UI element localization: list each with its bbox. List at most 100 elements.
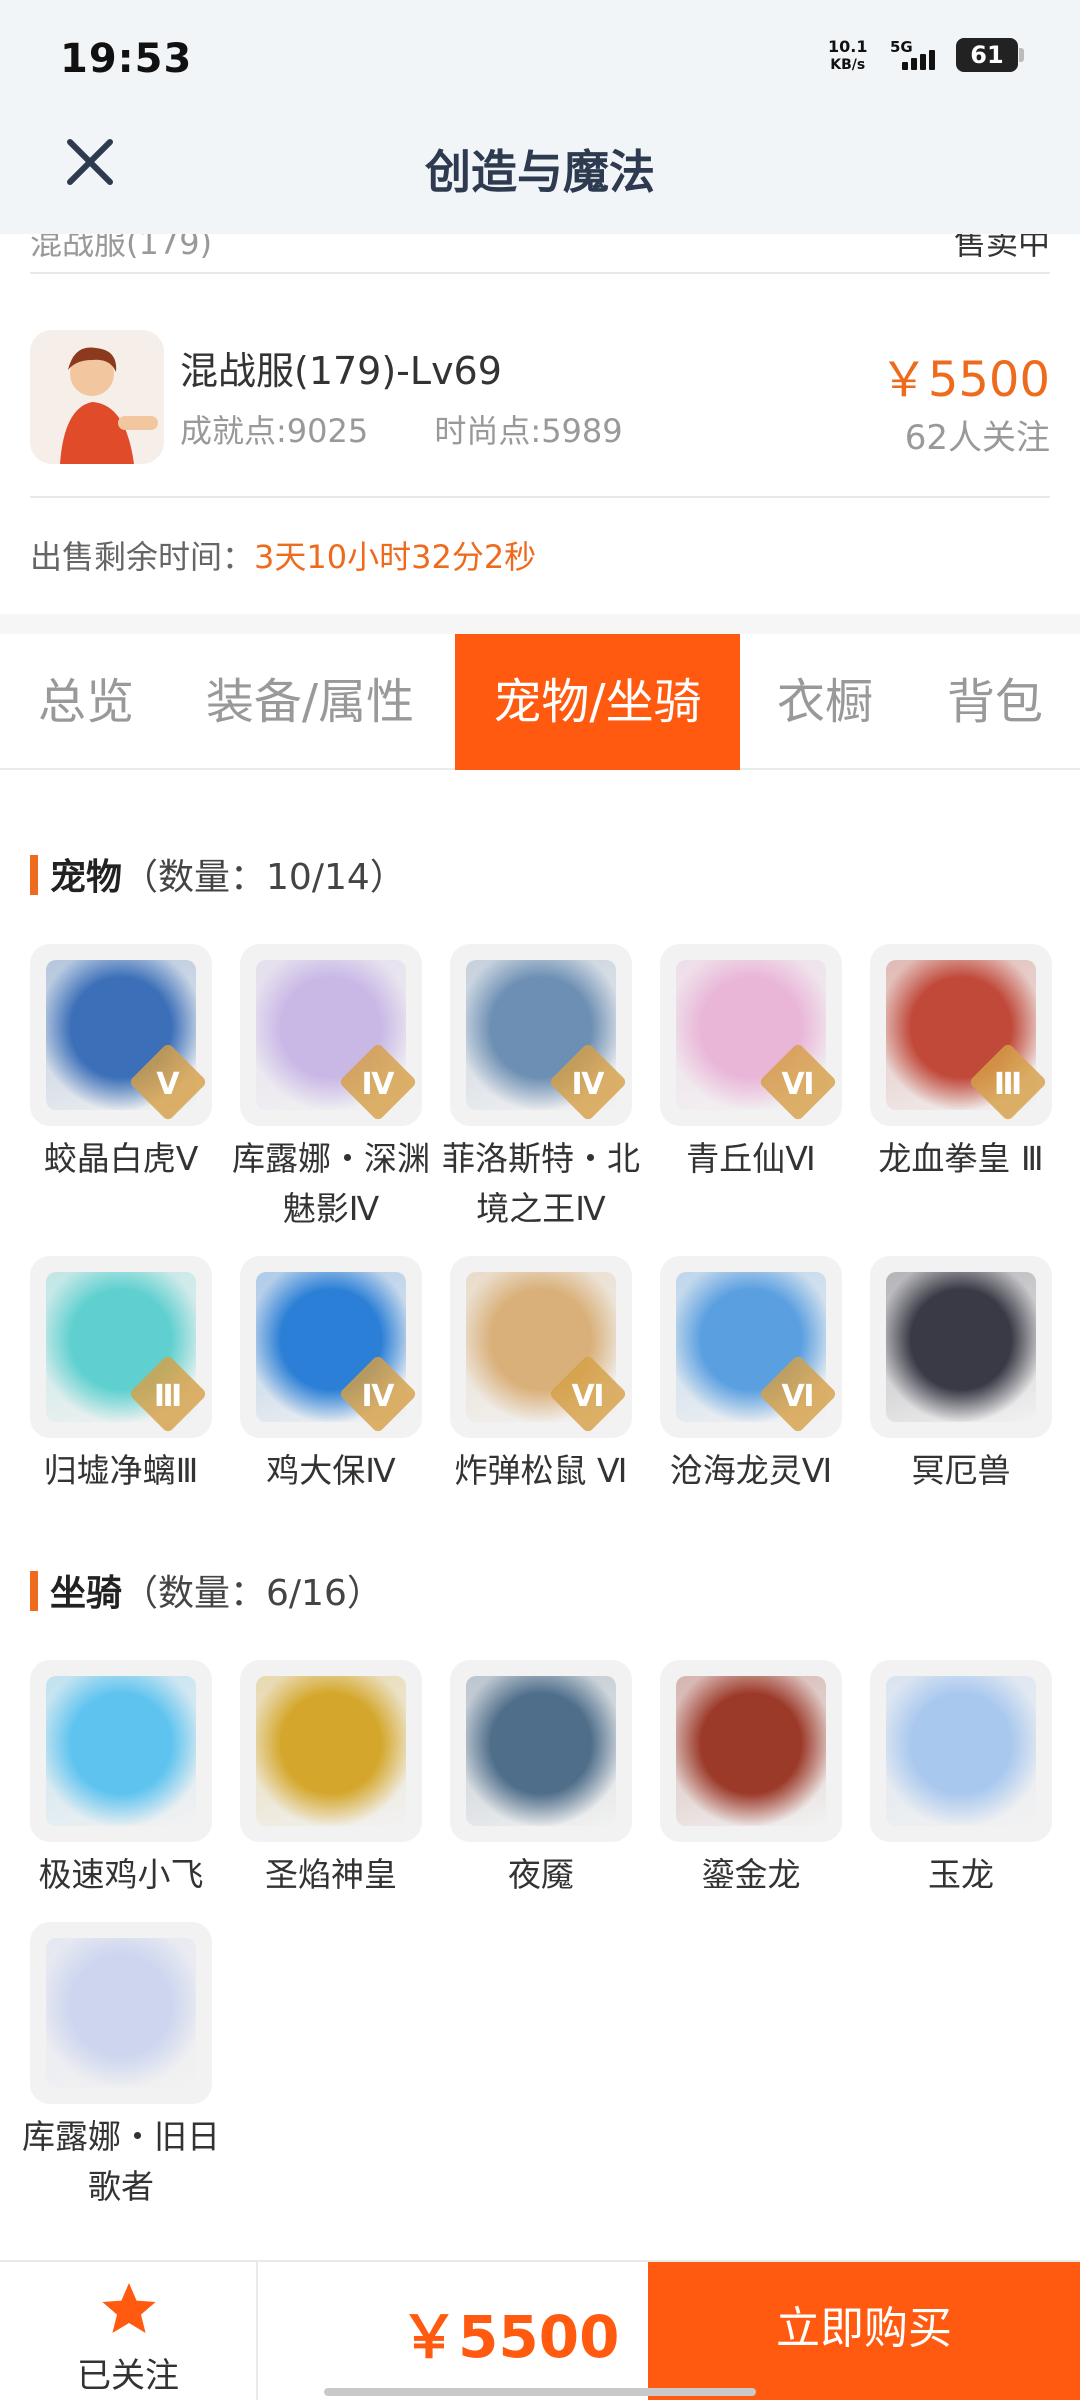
follow-label: 已关注 xyxy=(77,2356,179,2396)
item-meta: 成就点:9025 时尚点:5989 xyxy=(180,406,623,452)
pet-name: 龙血拳皇 Ⅲ xyxy=(878,1139,1044,1178)
top-area: 19:53 10.1 KB/s 5G 61 创造与魔法 xyxy=(0,0,1080,234)
mount-name: 夜魇 xyxy=(508,1855,574,1894)
mounts-count: （数量：6/16） xyxy=(122,1573,383,1614)
grade-badge-text: Ⅵ xyxy=(781,1379,815,1414)
pet-thumbnail: Ⅵ xyxy=(660,1256,842,1438)
mount-thumbnail xyxy=(450,1660,632,1842)
pet-card[interactable]: Ⅳ 鸡大保Ⅳ xyxy=(240,1256,422,1496)
pet-name: 炸弹松鼠 Ⅵ xyxy=(454,1451,628,1490)
pet-thumbnail: Ⅵ xyxy=(450,1256,632,1438)
pet-name: 菲洛斯特・北境之王Ⅳ xyxy=(442,1139,640,1228)
signal-icon: 5G xyxy=(890,38,950,74)
tab-wardrobe[interactable]: 衣橱 xyxy=(760,634,890,770)
item-price: ￥5500 xyxy=(879,352,1050,408)
tab-overview[interactable]: 总览 xyxy=(0,634,172,770)
grade-badge-text: Ⅳ xyxy=(361,1067,395,1102)
pet-card[interactable]: Ⅲ 归墟净螭Ⅲ xyxy=(30,1256,212,1496)
network-speed-unit: KB/s xyxy=(830,57,866,73)
mount-card[interactable]: 库露娜・旧日歌者 xyxy=(22,1922,220,2212)
pet-name: 蛟晶白虎Ⅴ xyxy=(43,1139,199,1178)
listing-item-row[interactable]: 混战服(179)-Lv69 成就点:9025 时尚点:5989 ￥5500 62… xyxy=(30,330,1050,466)
bottom-bar: 已关注 ￥5500 立即购买 xyxy=(0,2260,1080,2400)
grade-badge-text: Ⅳ xyxy=(571,1067,605,1102)
battery-level: 61 xyxy=(970,41,1004,69)
mount-card[interactable]: 夜魇 xyxy=(450,1660,632,1900)
character-avatar-image xyxy=(30,330,164,464)
mount-card[interactable]: 圣焰神皇 xyxy=(240,1660,422,1900)
mount-thumbnail xyxy=(660,1660,842,1842)
mount-image xyxy=(46,1938,196,2088)
grade-badge-text: Ⅵ xyxy=(571,1379,605,1414)
pet-name: 归墟净螭Ⅲ xyxy=(43,1451,199,1490)
mount-thumbnail xyxy=(870,1660,1052,1842)
buy-now-button[interactable]: 立即购买 xyxy=(648,2262,1080,2400)
status-time: 19:53 xyxy=(60,36,193,82)
mount-image xyxy=(886,1676,1036,1826)
mount-name: 圣焰神皇 xyxy=(265,1855,397,1894)
mount-image xyxy=(46,1676,196,1826)
follower-count: 62人关注 xyxy=(904,418,1050,458)
divider xyxy=(30,496,1050,498)
pet-card[interactable]: Ⅳ 菲洛斯特・北境之王Ⅳ xyxy=(442,944,640,1234)
mount-image xyxy=(256,1676,406,1826)
pet-card[interactable]: Ⅳ 库露娜・深渊魅影Ⅳ xyxy=(232,944,430,1234)
pet-name: 沧海龙灵Ⅵ xyxy=(669,1451,833,1490)
mounts-title: 坐骑 xyxy=(50,1573,123,1614)
follow-button[interactable]: 已关注 xyxy=(0,2262,258,2400)
pet-thumbnail: Ⅳ xyxy=(240,944,422,1126)
mount-name: 玉龙 xyxy=(928,1855,994,1894)
mount-card[interactable]: 玉龙 xyxy=(870,1660,1052,1900)
tab-backpack[interactable]: 背包 xyxy=(930,634,1060,770)
grade-badge-text: Ⅲ xyxy=(153,1379,183,1414)
mount-name: 极速鸡小飞 xyxy=(38,1855,204,1894)
pets-count: （数量：10/14） xyxy=(122,857,406,898)
pet-name: 鸡大保Ⅳ xyxy=(266,1451,396,1490)
pet-card[interactable]: Ⅵ 炸弹松鼠 Ⅵ xyxy=(450,1256,632,1496)
mount-name: 库露娜・旧日歌者 xyxy=(22,2117,220,2206)
grade-badge-text: Ⅴ xyxy=(156,1067,180,1102)
signal-bars xyxy=(902,50,935,70)
pet-card[interactable]: Ⅲ 龙血拳皇 Ⅲ xyxy=(870,944,1052,1184)
pet-thumbnail: Ⅲ xyxy=(870,944,1052,1126)
pets-section-header: 宠物（数量：10/14） xyxy=(30,848,406,900)
pets-title: 宠物 xyxy=(50,857,123,898)
star-icon xyxy=(102,2283,156,2333)
pet-card[interactable]: Ⅵ 沧海龙灵Ⅵ xyxy=(660,1256,842,1496)
pet-image xyxy=(886,1272,1036,1422)
mount-image xyxy=(466,1676,616,1826)
pet-name: 库露娜・深渊魅影Ⅳ xyxy=(232,1139,430,1228)
mount-image xyxy=(676,1676,826,1826)
mount-thumbnail xyxy=(30,1922,212,2104)
pet-thumbnail: Ⅳ xyxy=(450,944,632,1126)
pet-card[interactable]: 冥厄兽 xyxy=(870,1256,1052,1496)
pet-card[interactable]: Ⅵ 青丘仙Ⅵ xyxy=(660,944,842,1184)
network-speed-value: 10.1 xyxy=(828,37,868,56)
tab-equipment[interactable]: 装备/属性 xyxy=(186,634,434,770)
app-header: 创造与魔法 xyxy=(0,110,1080,234)
pet-thumbnail: Ⅵ xyxy=(660,944,842,1126)
grade-badge-text: Ⅵ xyxy=(781,1067,815,1102)
character-avatar xyxy=(30,330,164,464)
page-title: 创造与魔法 xyxy=(425,145,655,199)
mount-thumbnail xyxy=(30,1660,212,1842)
item-name: 混战服(179)-Lv69 xyxy=(180,349,502,393)
pet-thumbnail: Ⅴ xyxy=(30,944,212,1126)
tab-pets-mounts[interactable]: 宠物/坐骑 xyxy=(455,634,740,770)
fashion-points: 时尚点:5989 xyxy=(434,412,623,450)
network-speed: 10.1 KB/s xyxy=(828,38,867,74)
mount-name: 鎏金龙 xyxy=(701,1855,801,1894)
home-indicator[interactable] xyxy=(324,2388,756,2396)
pet-name: 冥厄兽 xyxy=(911,1451,1011,1490)
grade-badge-text: Ⅲ xyxy=(993,1067,1023,1102)
section-gap xyxy=(0,614,1080,634)
mount-card[interactable]: 极速鸡小飞 xyxy=(30,1660,212,1900)
remaining-time-value: 3天10小时32分2秒 xyxy=(254,538,537,576)
achievement-points: 成就点:9025 xyxy=(180,412,369,450)
pet-card[interactable]: Ⅴ 蛟晶白虎Ⅴ xyxy=(30,944,212,1184)
status-bar: 19:53 10.1 KB/s 5G 61 xyxy=(0,0,1080,110)
pet-thumbnail xyxy=(870,1256,1052,1438)
mount-card[interactable]: 鎏金龙 xyxy=(660,1660,842,1900)
mount-thumbnail xyxy=(240,1660,422,1842)
section-accent-bar xyxy=(30,855,38,895)
